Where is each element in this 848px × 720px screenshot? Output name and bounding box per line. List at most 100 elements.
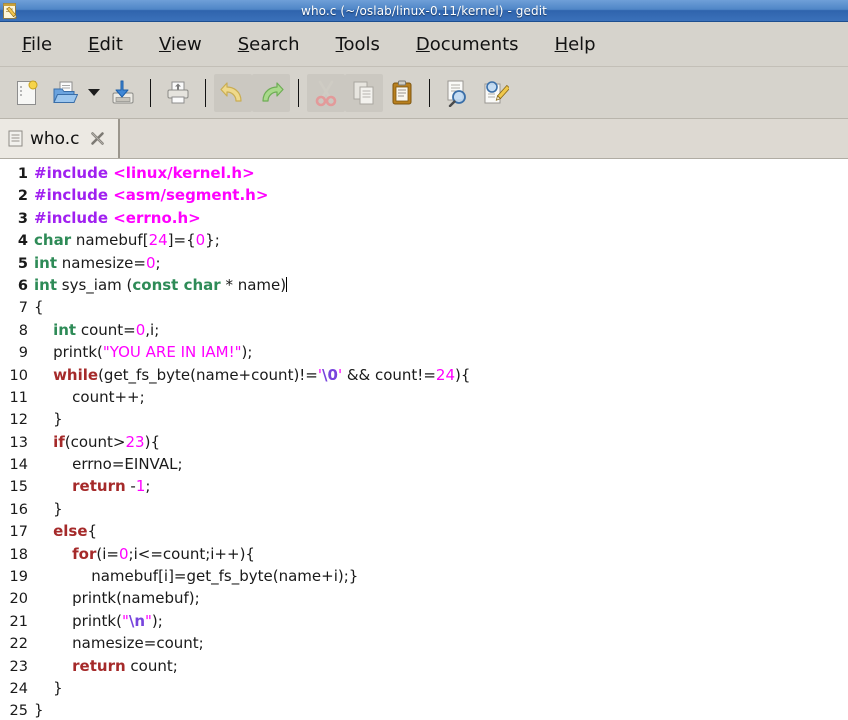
menu-documents-label: ocuments [429,33,519,55]
print-button[interactable] [159,74,197,112]
toolbar-separator-3 [298,78,299,107]
code-token: char [34,231,72,250]
code-line[interactable]: 15 return -1; [0,475,848,497]
code-line[interactable]: 22 namesize=count; [0,632,848,654]
menu-help-label: elp [568,33,596,55]
menu-help[interactable]: Help [555,34,596,55]
menu-view[interactable]: View [159,34,202,55]
replace-button[interactable] [476,74,514,112]
code-line[interactable]: 16 } [0,498,848,520]
menu-file-mnemonic: F [22,33,32,55]
code-text: namesize=count; [34,632,204,654]
code-line[interactable]: 25} [0,699,848,720]
code-line[interactable]: 3 #include <errno.h> [0,207,848,229]
code-token: int [34,253,57,272]
code-line[interactable]: 7{ [0,296,848,318]
toolbar-separator-2 [205,78,206,107]
code-token: && count!= [342,365,436,384]
code-line[interactable]: 6 int sys_iam (const char * name) [0,274,848,296]
copy-button[interactable] [345,73,383,112]
code-line[interactable]: 4 char namebuf[24]={0}; [0,229,848,251]
line-number: 12 [9,412,28,429]
line-number: 16 [9,501,28,518]
code-token: } [34,701,44,720]
save-button[interactable] [104,74,142,112]
code-token: } [34,499,63,518]
code-text: while(get_fs_byte(name+count)!='\0' && c… [34,364,470,386]
code-line[interactable]: 8 int count=0,i; [0,319,848,341]
line-number: 14 [9,457,28,474]
line-number: 3 [17,210,28,227]
code-token: <asm/segment.h> [113,186,269,205]
gedit-window: who.c (~/oslab/linux-0.11/kernel) - gedi… [0,0,848,720]
code-line[interactable]: 5 int namesize=0; [0,252,848,274]
code-line[interactable]: 17 else{ [0,520,848,542]
window-title: who.c (~/oslab/linux-0.11/kernel) - gedi… [301,3,547,18]
code-line[interactable]: 19 namebuf[i]=get_fs_byte(name+i);} [0,565,848,587]
menu-search-mnemonic: S [237,33,250,55]
tab-bar: who.c [0,119,848,159]
new-document-button[interactable] [8,74,46,112]
find-button[interactable] [438,74,476,112]
menu-help-mnemonic: H [554,33,569,55]
line-number: 4 [17,233,28,250]
close-icon[interactable] [90,131,105,146]
code-token: 1 [135,477,146,496]
line-number: 8 [18,322,28,339]
code-token: 0 [135,320,146,339]
menu-bar: File Edit View Search Tools Documents He… [0,22,848,67]
line-number: 11 [9,389,28,406]
code-line[interactable]: 13 if(count>23){ [0,431,848,453]
code-line[interactable]: 11 count++; [0,386,848,408]
menu-tools[interactable]: Tools [336,34,380,55]
code-text: int sys_iam (const char * name) [34,274,288,296]
code-line[interactable]: 24 } [0,677,848,699]
code-text: #include <errno.h> [34,207,201,229]
tab-who-c[interactable]: who.c [0,119,120,158]
code-line[interactable]: 18 for(i=0;i<=count;i++){ [0,543,848,565]
code-text: printk("\n"); [34,610,163,632]
open-dropdown-button[interactable] [84,89,104,96]
menu-documents[interactable]: Documents [416,34,519,55]
menu-edit[interactable]: Edit [88,34,123,55]
code-line[interactable]: 10 while(get_fs_byte(name+count)!='\0' &… [0,364,848,386]
code-token: printk(namebuf); [34,589,200,608]
line-number: 20 [9,591,28,608]
code-text: errno=EINVAL; [34,453,182,475]
menu-view-label: iew [170,33,202,55]
code-line[interactable]: 2 #include <asm/segment.h> [0,184,848,206]
code-line[interactable]: 20 printk(namebuf); [0,587,848,609]
redo-button[interactable] [252,73,290,112]
code-token: int [53,320,77,339]
code-editor[interactable]: 1 #include <linux/kernel.h> 2 #include <asm… [0,159,848,720]
code-line[interactable]: 9 printk("YOU ARE IN IAM!"); [0,341,848,363]
code-line[interactable]: 1 #include <linux/kernel.h> [0,162,848,184]
code-token: (i= [96,544,119,563]
code-text: } [34,699,44,720]
code-token: <errno.h> [113,208,201,227]
save-disk-icon [112,80,134,103]
code-line[interactable]: 14 errno=EINVAL; [0,453,848,475]
code-token: count; [125,656,178,675]
menu-file[interactable]: File [22,34,52,55]
code-token: ){ [144,432,160,451]
code-line[interactable]: 23 return count; [0,655,848,677]
code-token: count= [76,320,136,339]
open-folder-icon [53,81,78,103]
code-token: }; [205,231,220,250]
code-text: #include <asm/segment.h> [34,184,268,206]
undo-button[interactable] [214,73,252,112]
code-line[interactable]: 21 printk("\n"); [0,610,848,632]
paste-button[interactable] [383,74,421,112]
open-document-button[interactable] [46,74,84,112]
code-token: ,i; [145,320,160,339]
code-token: " [121,611,129,630]
menu-search[interactable]: Search [238,34,300,55]
code-token: sys_iam ( [57,275,133,294]
code-line[interactable]: 12 } [0,408,848,430]
code-text: #include <linux/kernel.h> [34,162,255,184]
cut-button[interactable] [307,73,345,112]
